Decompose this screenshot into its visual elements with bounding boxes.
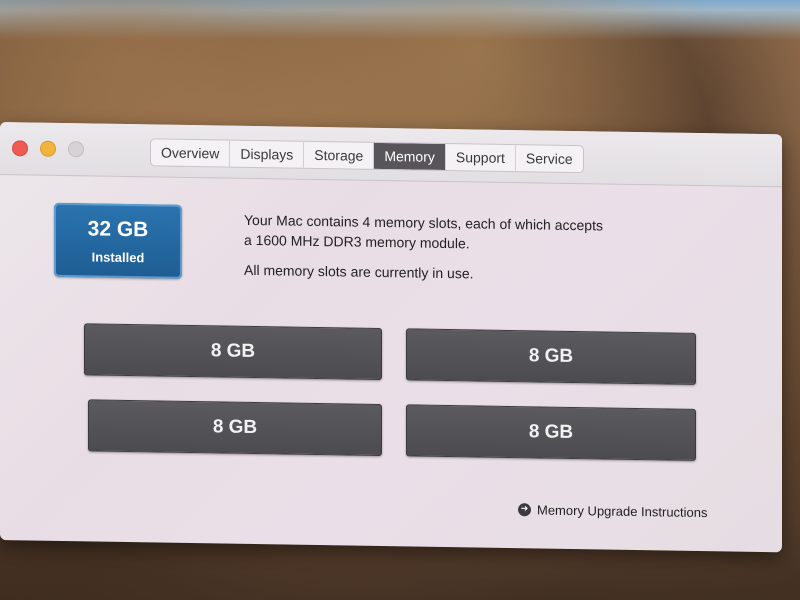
close-button[interactable]: [12, 140, 28, 157]
arrow-circle-icon: ➜: [518, 503, 531, 517]
memory-status-text: All memory slots are currently in use.: [244, 261, 474, 282]
desktop-background: Overview Displays Storage Memory Support…: [0, 0, 800, 600]
memory-upgrade-link[interactable]: ➜ Memory Upgrade Instructions: [518, 502, 708, 520]
memory-total-size: 32 GB: [87, 217, 149, 242]
memory-total-label: Installed: [91, 249, 145, 266]
about-this-mac-window: Overview Displays Storage Memory Support…: [0, 122, 782, 553]
tab-service[interactable]: Service: [516, 145, 583, 172]
memory-description: Your Mac contains 4 memory slots, each o…: [244, 210, 714, 297]
memory-slot-1: 8 GB: [84, 323, 382, 381]
tab-support[interactable]: Support: [445, 144, 516, 172]
description-line-1: Your Mac contains 4 memory slots, each o…: [244, 211, 603, 234]
description-line-2: a 1600 MHz DDR3 memory module.: [244, 231, 470, 252]
tab-bar: Overview Displays Storage Memory Support…: [150, 138, 584, 174]
memory-slot-3: 8 GB: [88, 399, 382, 457]
memory-description-text: Your Mac contains 4 memory slots, each o…: [244, 210, 714, 257]
tab-overview[interactable]: Overview: [151, 139, 231, 167]
memory-slot-4: 8 GB: [406, 404, 696, 461]
tab-storage[interactable]: Storage: [304, 141, 375, 169]
zoom-button[interactable]: [68, 141, 84, 158]
memory-total-badge: 32 GB Installed: [54, 202, 182, 279]
memory-slot-2: 8 GB: [406, 328, 696, 385]
tab-memory[interactable]: Memory: [374, 142, 446, 171]
tab-displays[interactable]: Displays: [230, 140, 305, 168]
minimize-button[interactable]: [40, 140, 56, 157]
title-bar[interactable]: Overview Displays Storage Memory Support…: [0, 122, 782, 188]
memory-upgrade-label[interactable]: Memory Upgrade Instructions: [537, 502, 708, 520]
